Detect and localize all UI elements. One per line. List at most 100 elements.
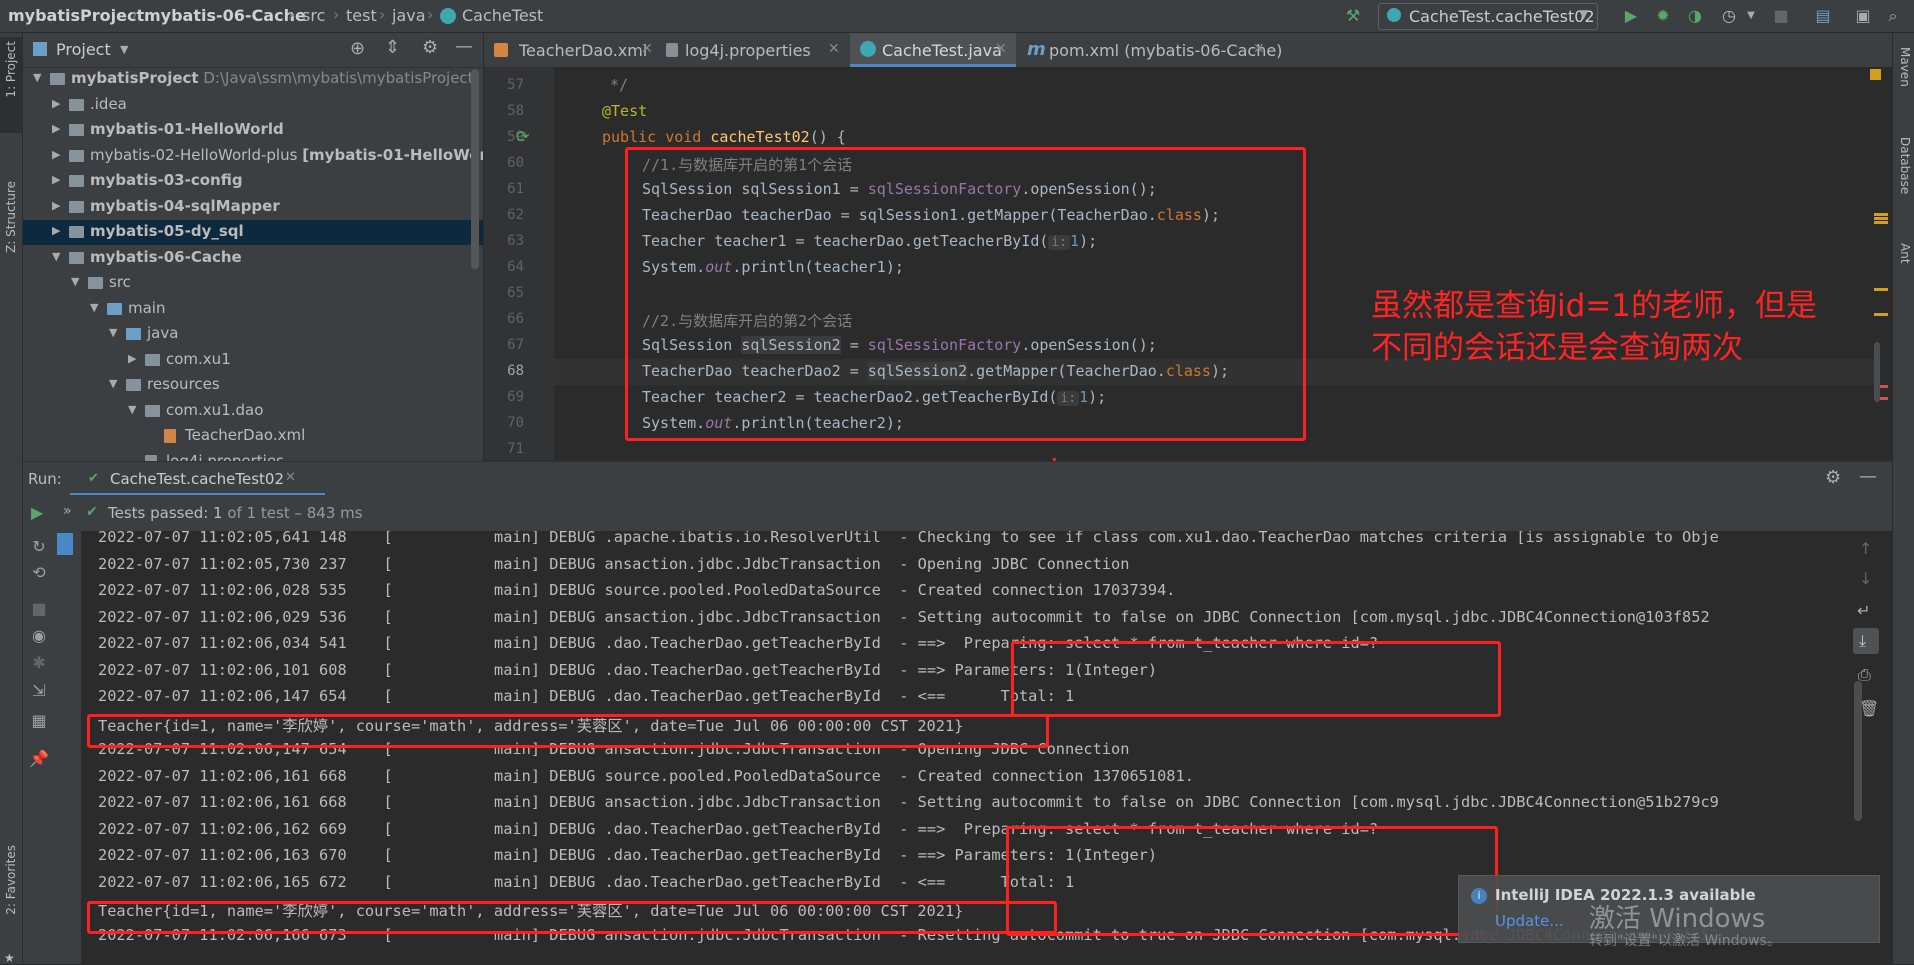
search-icon[interactable]: ⌕ <box>1882 5 1904 27</box>
collapsed-icon[interactable]: ▶ <box>52 224 60 237</box>
rerun-failed-icon[interactable]: ↻ <box>27 537 51 556</box>
tab-cachetest-java[interactable]: CacheTest.java ✕ <box>850 33 1016 67</box>
update-notification[interactable]: i IntelliJ IDEA 2022.1.3 available Updat… <box>1458 875 1880 949</box>
trash-icon[interactable]: 🗑 <box>1859 699 1879 718</box>
print-icon[interactable]: ⎙ <box>1858 665 1871 685</box>
tree-item[interactable]: ▼ mybatis-06-Cache <box>23 246 483 271</box>
gear-icon[interactable]: ⚙ <box>422 37 438 58</box>
breadcrumb-project[interactable]: mybatisProject <box>8 6 144 25</box>
tree-item[interactable]: TeacherDao.xml <box>23 424 483 449</box>
pin-icon[interactable]: 📌 <box>27 749 51 768</box>
expanded-icon[interactable]: ▼ <box>128 403 136 416</box>
stop-icon[interactable]: ■ <box>27 599 51 618</box>
tree-item[interactable]: ▶ mybatis-05-dy_sql <box>23 220 483 245</box>
tree-item[interactable]: log4j.properties <box>23 450 483 461</box>
tree-item[interactable]: ▶ com.xu1 <box>23 348 483 373</box>
error-stripe-mark[interactable] <box>1874 313 1888 316</box>
tree-item[interactable]: ▼ main <box>23 297 483 322</box>
breadcrumb-src[interactable]: src <box>302 6 325 25</box>
update-link[interactable]: Update... <box>1495 912 1564 930</box>
expanded-icon[interactable]: ▼ <box>33 71 41 84</box>
tab-teacherdao-xml[interactable]: TeacherDao.xml ✕ <box>484 33 659 67</box>
coverage-icon[interactable]: ◑ <box>1684 5 1706 27</box>
tree-item[interactable]: ▼ mybatisProject D:\Java\ssm\mybatis\myba… <box>23 67 483 92</box>
breadcrumb-java[interactable]: java <box>392 6 426 25</box>
up-arrow-icon[interactable]: ↑ <box>1859 539 1872 558</box>
rerun-icon[interactable]: ▶ <box>31 503 43 522</box>
run-icon[interactable]: ▶ <box>1620 5 1642 27</box>
close-icon[interactable]: ✕ <box>995 41 1007 57</box>
run-test-gutter-icon[interactable]: ⟳ <box>516 127 529 146</box>
favorites-tool-label[interactable]: 2: Favorites <box>4 845 18 915</box>
tree-item[interactable]: ▼ java <box>23 322 483 347</box>
maven-tool-label[interactable]: Maven <box>1898 47 1912 87</box>
build-hammer-icon[interactable]: ⚒ <box>1342 5 1364 27</box>
code-editor[interactable]: */ @Test public void cacheTest02() { //1… <box>554 67 1892 460</box>
soft-wrap-icon[interactable]: ↵ <box>1857 601 1870 620</box>
structure-tool-label[interactable]: Z: Structure <box>4 181 18 253</box>
breadcrumb-test[interactable]: test <box>346 6 377 25</box>
expanded-icon[interactable]: ▼ <box>52 250 60 263</box>
close-icon[interactable]: ✕ <box>1253 41 1265 57</box>
minimize-icon[interactable]: — <box>1859 466 1877 487</box>
close-icon[interactable]: ✕ <box>285 470 296 485</box>
tree-scrollbar[interactable] <box>471 69 479 269</box>
tree-item[interactable]: ▼ resources <box>23 373 483 398</box>
minimize-icon[interactable]: — <box>455 36 473 57</box>
locate-icon[interactable]: ⊕ <box>350 38 365 59</box>
ant-tool-label[interactable]: Ant <box>1898 243 1912 264</box>
run-tab[interactable]: ✔ CacheTest.cacheTest02 ✕ <box>70 462 325 496</box>
camera-icon[interactable]: ◉ <box>27 626 51 645</box>
warning-marker[interactable] <box>1870 69 1881 80</box>
tree-item[interactable]: ▼ com.xu1.dao <box>23 399 483 424</box>
chevron-down-icon[interactable]: ▼ <box>120 43 128 56</box>
collapsed-icon[interactable]: ▶ <box>52 97 60 110</box>
error-stripe-mark[interactable] <box>1874 217 1888 220</box>
error-stripe-mark[interactable] <box>1874 213 1888 216</box>
tree-item[interactable]: ▶ .idea <box>23 93 483 118</box>
down-arrow-icon[interactable]: ↓ <box>1859 569 1872 588</box>
gear-icon[interactable]: ⚙ <box>1825 467 1841 488</box>
tab-log4j-properties[interactable]: log4j.properties ✕ <box>662 33 850 67</box>
breadcrumb-module[interactable]: mybatis-06-Cache <box>144 6 306 25</box>
tree-item[interactable]: ▶ mybatis-04-sqlMapper <box>23 195 483 220</box>
settings-icon[interactable]: ✱ <box>27 653 51 672</box>
profile-icon[interactable]: ◷ <box>1718 5 1740 27</box>
tree-item[interactable]: ▶ mybatis-03-config <box>23 169 483 194</box>
project-structure-icon[interactable]: ▤ <box>1812 5 1834 27</box>
scroll-to-end-toggle[interactable] <box>57 533 73 555</box>
tree-item[interactable]: ▶ mybatis-02-HelloWorld-plus [mybatis-01-… <box>23 144 483 169</box>
layout-icon[interactable]: ▣ <box>1852 5 1874 27</box>
collapsed-icon[interactable]: ▶ <box>52 173 60 186</box>
expanded-icon[interactable]: ▼ <box>90 301 98 314</box>
chevron-down-icon[interactable]: ▼ <box>1740 5 1762 27</box>
expanded-icon[interactable]: ▼ <box>71 275 79 288</box>
project-panel-title[interactable]: Project <box>56 40 111 59</box>
close-icon[interactable]: ✕ <box>828 41 840 57</box>
error-stripe-mark[interactable] <box>1874 221 1888 224</box>
expand-icon[interactable]: » <box>63 503 72 519</box>
import-icon[interactable]: ⇲ <box>27 681 51 700</box>
expanded-icon[interactable]: ▼ <box>109 377 117 390</box>
database-tool-label[interactable]: Database <box>1898 137 1912 194</box>
star-icon[interactable]: ★ <box>4 951 15 965</box>
collapsed-icon[interactable]: ▶ <box>128 352 136 365</box>
project-tool-label[interactable]: 1: Project <box>4 41 18 98</box>
close-icon[interactable]: ✕ <box>641 41 653 57</box>
tree-item[interactable]: ▼ src <box>23 271 483 296</box>
expanded-icon[interactable]: ▼ <box>109 326 117 339</box>
error-stripe-mark[interactable] <box>1874 288 1888 291</box>
toggle-auto-test-icon[interactable]: ⟲ <box>27 563 51 582</box>
tree-item[interactable]: ▶ mybatis-01-HelloWorld <box>23 118 483 143</box>
collapse-all-icon[interactable]: ⇕ <box>385 37 400 58</box>
layout-icon[interactable]: ▦ <box>27 711 51 730</box>
editor-scrollbar[interactable] <box>1874 342 1880 402</box>
run-configuration-selector[interactable]: CacheTest.cacheTest02 ▼ <box>1378 3 1598 30</box>
stop-icon[interactable]: ■ <box>1770 5 1792 27</box>
debug-icon[interactable]: ✹ <box>1652 5 1674 27</box>
collapsed-icon[interactable]: ▶ <box>52 199 60 212</box>
collapsed-icon[interactable]: ▶ <box>52 148 60 161</box>
breadcrumb-class[interactable]: CacheTest <box>462 6 543 25</box>
tab-pom-xml[interactable]: m pom.xml (mybatis-06-Cache) ✕ <box>1021 33 1282 67</box>
collapsed-icon[interactable]: ▶ <box>52 122 60 135</box>
